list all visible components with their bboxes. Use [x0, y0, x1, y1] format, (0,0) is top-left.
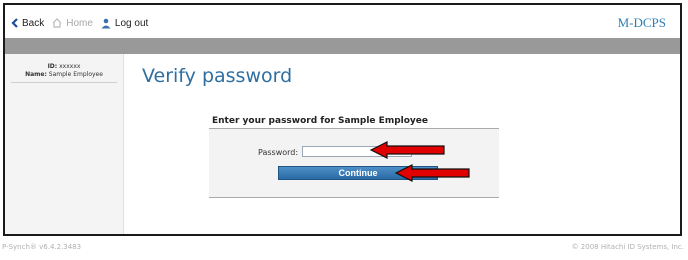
sidebar-divider [11, 82, 117, 83]
top-navigation: Back Home Log out [11, 11, 156, 35]
sidebar-name: Name: Sample Employee [25, 71, 103, 78]
version-text: P-Synch® v6.4.2.3483 [2, 243, 82, 251]
user-icon [101, 18, 111, 29]
logout-label: Log out [114, 17, 149, 29]
home-label: Home [66, 17, 93, 29]
password-prompt: Enter your password for Sample Employee [212, 116, 428, 126]
home-link[interactable]: Home [52, 18, 93, 29]
page-title: Verify password [142, 65, 293, 87]
back-chevron-icon [11, 18, 18, 28]
copyright-text: © 2008 Hitachi ID Systems, Inc. [571, 243, 684, 251]
header-band [5, 38, 680, 54]
logout-link[interactable]: Log out [101, 18, 148, 29]
password-label: Password: [258, 148, 299, 157]
password-panel [209, 128, 499, 198]
back-link[interactable]: Back [11, 18, 44, 29]
back-label: Back [22, 17, 45, 29]
red-arrow-icon [370, 141, 445, 159]
sidebar-id: ID: xxxxxx [47, 63, 81, 70]
red-arrow-icon [395, 164, 470, 182]
sidebar: ID: xxxxxx Name: Sample Employee [5, 54, 124, 234]
home-icon [52, 18, 62, 28]
brand-logo-text: M-DCPS [617, 15, 666, 30]
